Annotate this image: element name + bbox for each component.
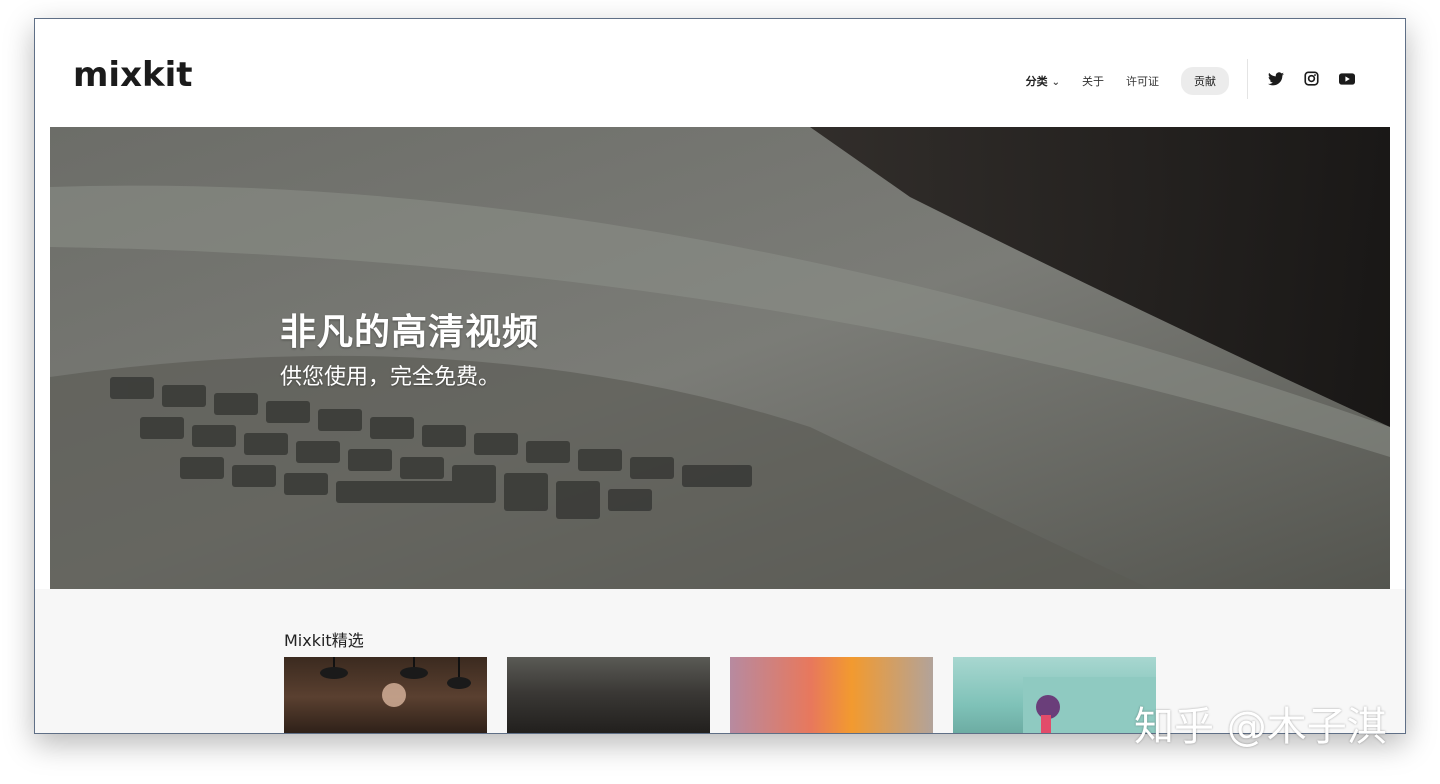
thumb-4-illustration	[1023, 677, 1156, 733]
featured-thumb-2[interactable]	[507, 657, 710, 733]
nav-about[interactable]: 关于	[1082, 73, 1104, 89]
featured-thumb-1[interactable]	[284, 657, 487, 733]
featured-thumbnails	[284, 657, 1156, 733]
mixkit-logo[interactable]: mixkit	[73, 55, 193, 95]
youtube-icon[interactable]	[1339, 72, 1355, 85]
featured-thumb-3[interactable]	[730, 657, 933, 733]
nav-divider	[1247, 59, 1248, 99]
browser-frame: mixkit 分类 ⌄ 关于 许可证 贡献 非凡的高清视频 供您使用，完全免费。…	[34, 18, 1406, 734]
featured-title: Mixkit精选	[284, 631, 364, 650]
nav-license[interactable]: 许可证	[1126, 73, 1159, 89]
featured-thumb-4[interactable]	[953, 657, 1156, 733]
instagram-icon[interactable]	[1304, 71, 1319, 86]
site-header: mixkit 分类 ⌄ 关于 许可证 贡献	[35, 19, 1405, 127]
nav-categories[interactable]: 分类 ⌄	[1026, 73, 1060, 89]
contribute-button[interactable]: 贡献	[1181, 67, 1229, 95]
hero-laptop-illustration	[50, 127, 1390, 589]
hero-title: 非凡的高清视频	[280, 312, 540, 353]
hero-banner: 非凡的高清视频 供您使用，完全免费。	[50, 127, 1390, 589]
hero-subtitle: 供您使用，完全免费。	[280, 365, 501, 390]
main-nav: 分类 ⌄ 关于 许可证 贡献	[1026, 67, 1229, 95]
nav-categories-label: 分类	[1025, 75, 1048, 88]
watermark-text: 知乎 @木子淇	[1134, 704, 1387, 750]
thumb-1-lamps-decoration	[320, 657, 471, 707]
twitter-icon[interactable]	[1268, 71, 1284, 86]
social-links	[1268, 71, 1355, 86]
chevron-down-icon: ⌄	[1051, 77, 1060, 88]
